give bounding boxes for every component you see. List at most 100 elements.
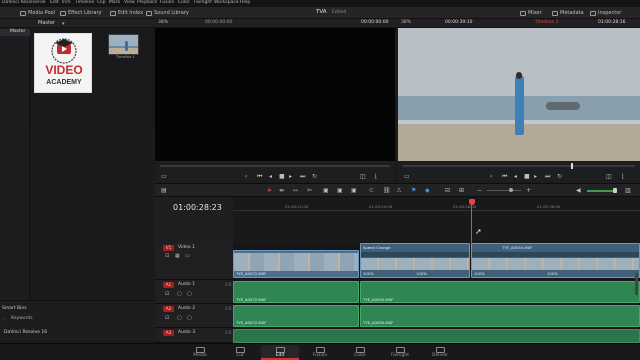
marker-icon[interactable]: ◆ xyxy=(425,187,430,194)
timeline-name[interactable]: Timeline 1 xyxy=(535,20,558,26)
go-to-start-icon[interactable]: ⏮ xyxy=(502,173,507,181)
viewer-options-icon[interactable]: ▭ xyxy=(161,173,167,180)
stop-icon[interactable]: ■ xyxy=(524,173,530,180)
tab-edit[interactable]: Edit xyxy=(261,345,299,360)
speed-change-clip[interactable]: Speed Change 100% 100% xyxy=(360,243,470,278)
menu-mark[interactable]: Mark xyxy=(109,0,120,6)
metadata-button[interactable]: Metadata xyxy=(552,9,584,17)
solo-icon[interactable]: ▢ xyxy=(177,291,182,297)
vertical-scrollbar[interactable] xyxy=(635,273,638,295)
track-badge[interactable]: V1 xyxy=(163,245,174,251)
smart-bin-keywords[interactable]: Keywords xyxy=(11,316,33,322)
audio-clip[interactable]: TYE_A0072.MXF xyxy=(233,305,359,327)
timeline-scrubber[interactable] xyxy=(403,163,635,169)
track-badge[interactable]: A3 xyxy=(163,330,174,336)
audio-clip[interactable]: TYE_A0072.MXF xyxy=(233,281,359,303)
source-scrubber[interactable] xyxy=(160,165,390,167)
timeline-viewer[interactable] xyxy=(398,28,640,161)
bin-selector[interactable]: Master xyxy=(38,21,55,26)
menu-edit[interactable]: Edit xyxy=(50,0,59,6)
go-to-end-icon[interactable]: ⏭ xyxy=(300,173,305,181)
media-pool-button[interactable]: Media Pool xyxy=(20,9,55,17)
menu-fusion[interactable]: Fusion xyxy=(160,0,174,6)
menu-fairlight[interactable]: Fairlight xyxy=(194,0,212,6)
zoom-out-icon[interactable]: ⊟ xyxy=(445,187,450,194)
stop-icon[interactable]: ■ xyxy=(279,173,285,180)
menu-workspace[interactable]: Workspace xyxy=(214,0,239,6)
loop-icon[interactable]: ↻ xyxy=(312,173,317,180)
tab-fusion[interactable]: Fusion xyxy=(301,345,339,360)
volume-slider[interactable] xyxy=(587,188,617,193)
lock-icon[interactable]: ⊡ xyxy=(165,291,169,297)
chevron-right-icon[interactable]: › xyxy=(4,317,6,322)
insert-clip-icon[interactable]: ▣ xyxy=(323,187,329,194)
source-zoom[interactable]: 38% xyxy=(158,20,168,26)
selection-tool-icon[interactable]: ➤ xyxy=(267,187,272,194)
mark-in-icon[interactable]: ⌊ xyxy=(375,173,377,180)
menu-file[interactable]: File xyxy=(38,0,46,6)
menu-timeline[interactable]: Timeline xyxy=(75,0,94,6)
mute-icon[interactable]: ▢ xyxy=(187,291,192,297)
edit-index-button[interactable]: Edit Index xyxy=(110,9,143,17)
solo-icon[interactable]: ▢ xyxy=(177,315,182,321)
play-reverse-icon[interactable]: ◂ xyxy=(269,173,272,180)
auto-select-icon[interactable]: ▦ xyxy=(175,253,180,259)
menu-help[interactable]: Help xyxy=(240,0,250,6)
jog-left-icon[interactable]: ‹ xyxy=(245,173,247,180)
play-icon[interactable]: ▸ xyxy=(534,173,537,180)
audio-clip[interactable] xyxy=(233,329,640,343)
timeline-zoom[interactable]: 38% xyxy=(401,20,411,26)
playhead-handle[interactable] xyxy=(469,199,475,205)
blade-tool-icon[interactable]: ✂ xyxy=(307,187,312,194)
clip-thumbnail[interactable] xyxy=(108,34,139,55)
video-clip[interactable]: TYE_A0050.MXF 100% 100% xyxy=(471,243,640,278)
mixer-button[interactable]: Mixer xyxy=(520,9,542,17)
linked-selection-icon[interactable]: ⛓ xyxy=(383,187,391,194)
zoom-plus-icon[interactable]: + xyxy=(526,187,531,194)
audio-clip[interactable]: TYE_A0050.MXF xyxy=(360,281,640,303)
loop-icon[interactable]: ↻ xyxy=(557,173,562,180)
track-badge[interactable]: A1 xyxy=(163,282,174,288)
flag-icon[interactable]: ⚑ xyxy=(411,187,416,194)
overwrite-clip-icon[interactable]: ▣ xyxy=(337,187,343,194)
tab-fairlight[interactable]: Fairlight xyxy=(381,345,419,360)
track-name[interactable]: Audio 2 xyxy=(178,306,195,312)
chevron-down-icon[interactable]: ▾ xyxy=(62,21,65,27)
lock-icon[interactable]: ⊡ xyxy=(165,253,169,259)
meter-icon[interactable]: ▥ xyxy=(625,187,631,194)
bin-master[interactable]: Master xyxy=(0,29,30,36)
trim-tool-icon[interactable]: ⇹ xyxy=(279,187,284,194)
sound-library-button[interactable]: Sound Library xyxy=(146,9,189,17)
track-name[interactable]: Audio 1 xyxy=(178,282,195,288)
viewer-options-icon[interactable]: ▭ xyxy=(404,173,410,180)
track-name[interactable]: Video 1 xyxy=(178,245,195,251)
track-visibility-icon[interactable]: ▭ xyxy=(185,253,190,259)
play-reverse-icon[interactable]: ◂ xyxy=(514,173,517,180)
tab-media[interactable]: Media xyxy=(181,345,219,360)
jog-left-icon[interactable]: ‹ xyxy=(490,173,492,180)
snapping-icon[interactable]: ⊂ xyxy=(369,187,374,194)
zoom-detail-icon[interactable]: ⊞ xyxy=(459,187,464,194)
speaker-icon[interactable]: ◀ xyxy=(576,187,581,194)
match-frame-icon[interactable]: ◫ xyxy=(606,173,612,180)
lock-icon[interactable]: ⊡ xyxy=(165,315,169,321)
tab-deliver[interactable]: Deliver xyxy=(421,345,459,360)
zoom-slider[interactable] xyxy=(487,188,521,192)
timeline-ruler[interactable]: 01:00:12:00 01:00:20:00 01:00:28:00 01:0… xyxy=(233,197,640,243)
dynamic-trim-icon[interactable]: ⇿ xyxy=(293,187,298,194)
menu-view[interactable]: View xyxy=(124,0,135,6)
track-badge[interactable]: A2 xyxy=(163,306,174,312)
video-clip[interactable]: TYE_A0072.MXF xyxy=(233,250,359,278)
menu-playback[interactable]: Playback xyxy=(137,0,157,6)
tab-color[interactable]: Color xyxy=(341,345,379,360)
menu-color[interactable]: Color xyxy=(178,0,190,6)
tab-cut[interactable]: Cut xyxy=(221,345,259,360)
replace-clip-icon[interactable]: ▣ xyxy=(351,187,357,194)
mark-in-icon[interactable]: ⌊ xyxy=(622,173,624,180)
go-to-start-icon[interactable]: ⏮ xyxy=(257,173,262,181)
mute-icon[interactable]: ▢ xyxy=(187,315,192,321)
menu-trim[interactable]: Trim xyxy=(61,0,71,6)
effect-library-button[interactable]: Effect Library xyxy=(60,9,101,17)
inspector-button[interactable]: Inspector xyxy=(590,9,621,17)
track-name[interactable]: Audio 3 xyxy=(178,330,195,336)
